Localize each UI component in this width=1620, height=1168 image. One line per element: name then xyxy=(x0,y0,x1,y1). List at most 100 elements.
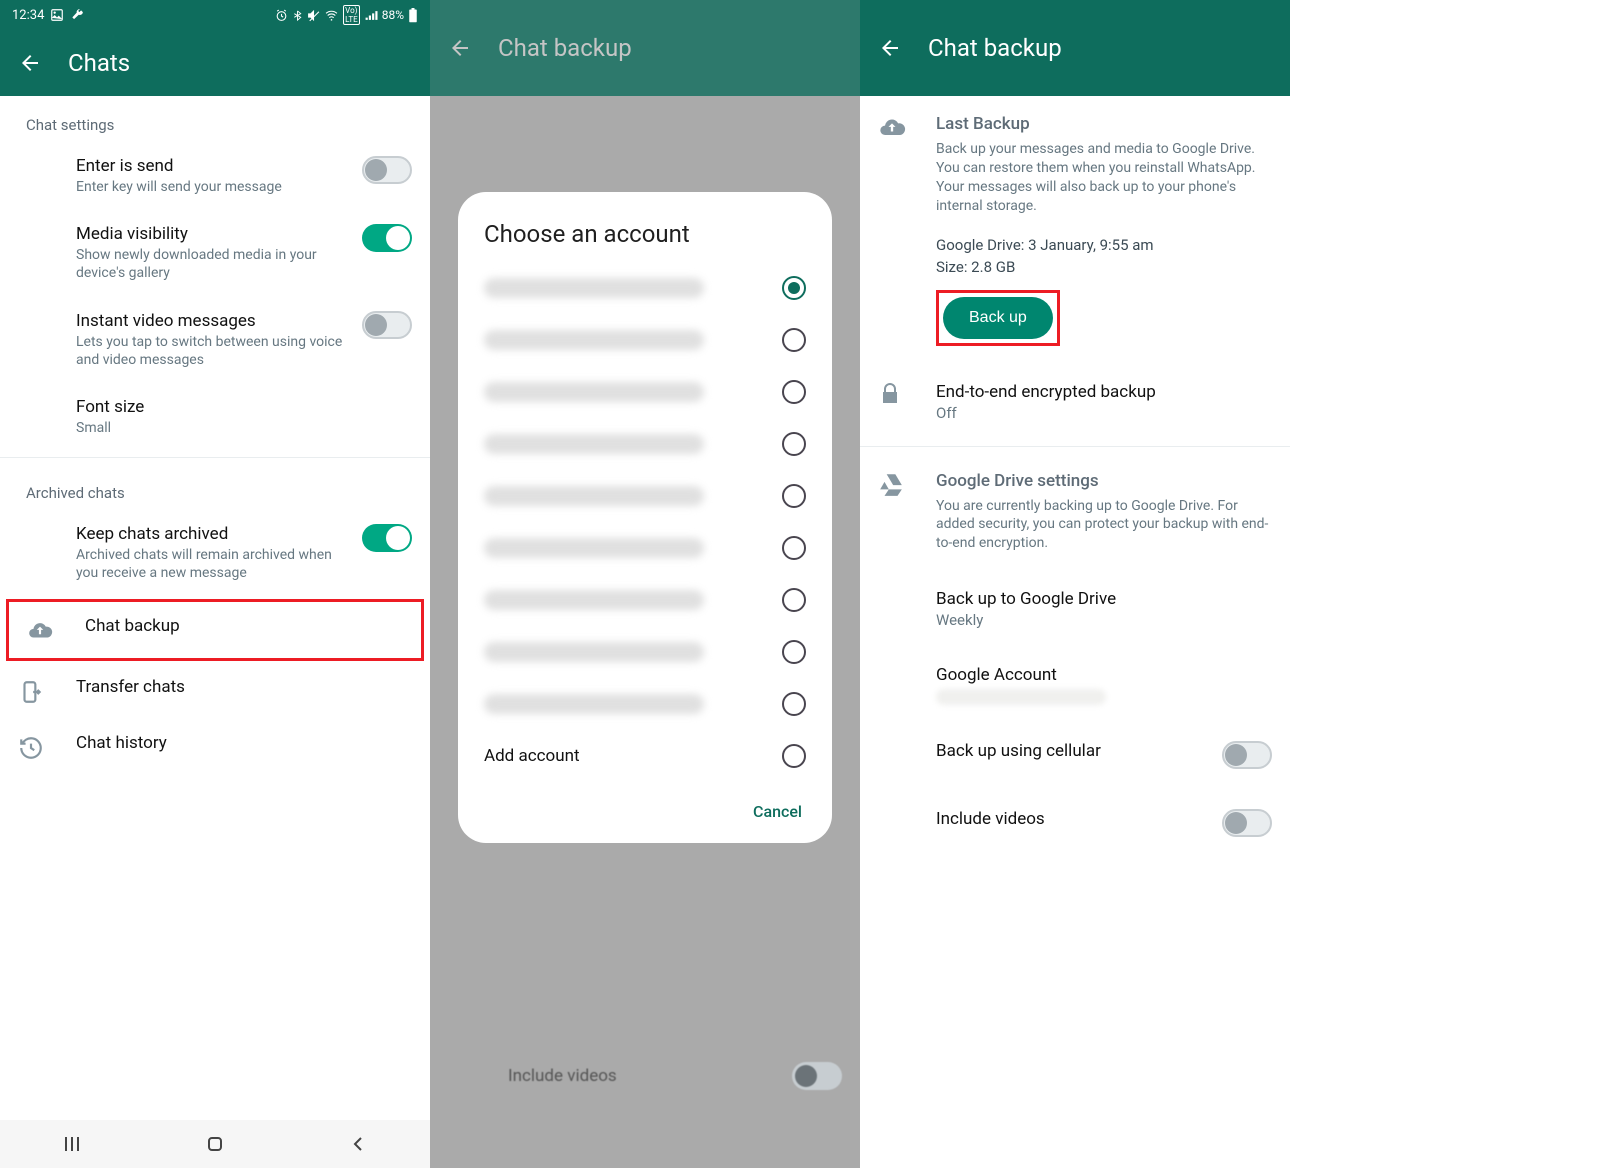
toggle-disabled xyxy=(792,1062,842,1090)
account-row[interactable] xyxy=(458,470,832,522)
row-keep-archived[interactable]: Keep chats archived Archived chats will … xyxy=(0,510,430,596)
radio-selected[interactable] xyxy=(782,276,806,300)
row-sub: Enter key will send your message xyxy=(76,178,354,196)
gdrive-heading: Google Drive settings xyxy=(936,471,1272,491)
section-archived: Archived chats xyxy=(0,464,430,510)
account-email-redacted xyxy=(484,538,704,558)
lock-icon xyxy=(878,382,902,406)
signal-icon xyxy=(364,9,378,22)
row-title: Transfer chats xyxy=(76,677,412,697)
row-sub: Archived chats will remain archived when… xyxy=(76,546,354,582)
app-bar: Chat backup xyxy=(430,0,860,96)
gdrive-desc: You are currently backing up to Google D… xyxy=(936,497,1272,554)
page-title: Chats xyxy=(68,49,130,77)
toggle-include-videos[interactable] xyxy=(1222,809,1272,837)
radio[interactable] xyxy=(782,484,806,508)
account-row[interactable] xyxy=(458,366,832,418)
account-title: Google Account xyxy=(936,665,1272,685)
radio[interactable] xyxy=(782,380,806,404)
account-row[interactable] xyxy=(458,574,832,626)
freq-sub: Weekly xyxy=(936,611,1272,629)
mute-icon xyxy=(307,9,320,22)
row-e2e-backup[interactable]: End-to-end encrypted backup Off xyxy=(860,364,1290,440)
account-row[interactable] xyxy=(458,678,832,730)
app-bar: Chats xyxy=(0,30,430,96)
account-email-redacted xyxy=(484,590,704,610)
toggle-cellular[interactable] xyxy=(1222,741,1272,769)
wifi-icon xyxy=(324,9,339,22)
radio[interactable] xyxy=(782,588,806,612)
row-title: Chat backup xyxy=(85,616,403,636)
toggle-keep-archived[interactable] xyxy=(362,524,412,552)
account-row[interactable] xyxy=(458,418,832,470)
row-instant-video[interactable]: Instant video messages Lets you tap to s… xyxy=(0,297,430,383)
account-email-redacted xyxy=(936,689,1106,705)
row-backup-frequency[interactable]: Back up to Google Drive Weekly xyxy=(860,571,1290,647)
radio[interactable] xyxy=(782,536,806,560)
account-email-redacted xyxy=(484,486,704,506)
row-sub: Small xyxy=(76,419,412,437)
toggle-media-visibility[interactable] xyxy=(362,224,412,252)
radio[interactable] xyxy=(782,692,806,716)
e2e-title: End-to-end encrypted backup xyxy=(936,382,1272,402)
account-row[interactable] xyxy=(458,262,832,314)
radio[interactable] xyxy=(782,744,806,768)
account-email-redacted xyxy=(484,382,704,402)
gdrive-timestamp: Google Drive: 3 January, 9:55 am xyxy=(936,236,1272,254)
backup-button[interactable]: Back up xyxy=(943,297,1053,339)
row-title: Font size xyxy=(76,397,412,417)
home-icon[interactable] xyxy=(203,1132,227,1156)
row-sub: Lets you tap to switch between using voi… xyxy=(76,333,354,369)
account-email-redacted xyxy=(484,434,704,454)
row-font-size[interactable]: Font size Small xyxy=(0,383,430,451)
cloud-upload-icon xyxy=(27,618,53,644)
cellular-title: Back up using cellular xyxy=(936,741,1214,761)
row-chat-history[interactable]: Chat history xyxy=(0,719,430,775)
cloud-upload-icon xyxy=(878,114,906,142)
row-chat-backup[interactable]: Chat backup xyxy=(9,602,421,658)
freq-title: Back up to Google Drive xyxy=(936,589,1272,609)
battery-icon xyxy=(408,8,418,23)
toggle-instant-video[interactable] xyxy=(362,311,412,339)
clock-time: 12:34 xyxy=(12,8,44,23)
divider xyxy=(860,446,1290,447)
account-list: Add account xyxy=(458,262,832,782)
row-title: Instant video messages xyxy=(76,311,354,331)
back-arrow-icon[interactable] xyxy=(878,36,902,60)
radio[interactable] xyxy=(782,640,806,664)
row-media-visibility[interactable]: Media visibility Show newly downloaded m… xyxy=(0,210,430,296)
row-include-videos[interactable]: Include videos xyxy=(860,791,1290,859)
videos-title: Include videos xyxy=(936,809,1214,829)
account-email-redacted xyxy=(484,278,704,298)
radio[interactable] xyxy=(782,328,806,352)
row-title: Media visibility xyxy=(76,224,354,244)
add-account-row[interactable]: Add account xyxy=(458,730,832,782)
account-row[interactable] xyxy=(458,626,832,678)
toggle-enter-send[interactable] xyxy=(362,156,412,184)
section-chat-settings: Chat settings xyxy=(0,96,430,142)
highlight-chat-backup: Chat backup xyxy=(6,599,424,661)
row-enter-is-send[interactable]: Enter is send Enter key will send your m… xyxy=(0,142,430,210)
radio[interactable] xyxy=(782,432,806,456)
row-google-account[interactable]: Google Account xyxy=(860,647,1290,723)
cancel-button[interactable]: Cancel xyxy=(458,782,832,827)
back-arrow-icon[interactable] xyxy=(18,51,42,75)
account-email-redacted xyxy=(484,694,704,714)
row-transfer-chats[interactable]: Transfer chats xyxy=(0,663,430,719)
back-arrow-icon[interactable] xyxy=(448,36,472,60)
divider xyxy=(0,457,430,458)
account-email-redacted xyxy=(484,330,704,350)
account-email-redacted xyxy=(484,642,704,662)
back-icon[interactable] xyxy=(346,1132,370,1156)
alarm-icon xyxy=(275,9,288,22)
account-row[interactable] xyxy=(458,314,832,366)
battery-percent: 88% xyxy=(382,8,404,22)
bluetooth-icon xyxy=(292,9,303,22)
section-last-backup: Last Backup Back up your messages and me… xyxy=(860,96,1290,364)
row-backup-cellular[interactable]: Back up using cellular xyxy=(860,723,1290,791)
transfer-icon xyxy=(18,679,44,705)
recents-icon[interactable] xyxy=(60,1132,84,1156)
account-row[interactable] xyxy=(458,522,832,574)
row-sub: Show newly downloaded media in your devi… xyxy=(76,246,354,282)
wrench-icon xyxy=(70,8,84,22)
